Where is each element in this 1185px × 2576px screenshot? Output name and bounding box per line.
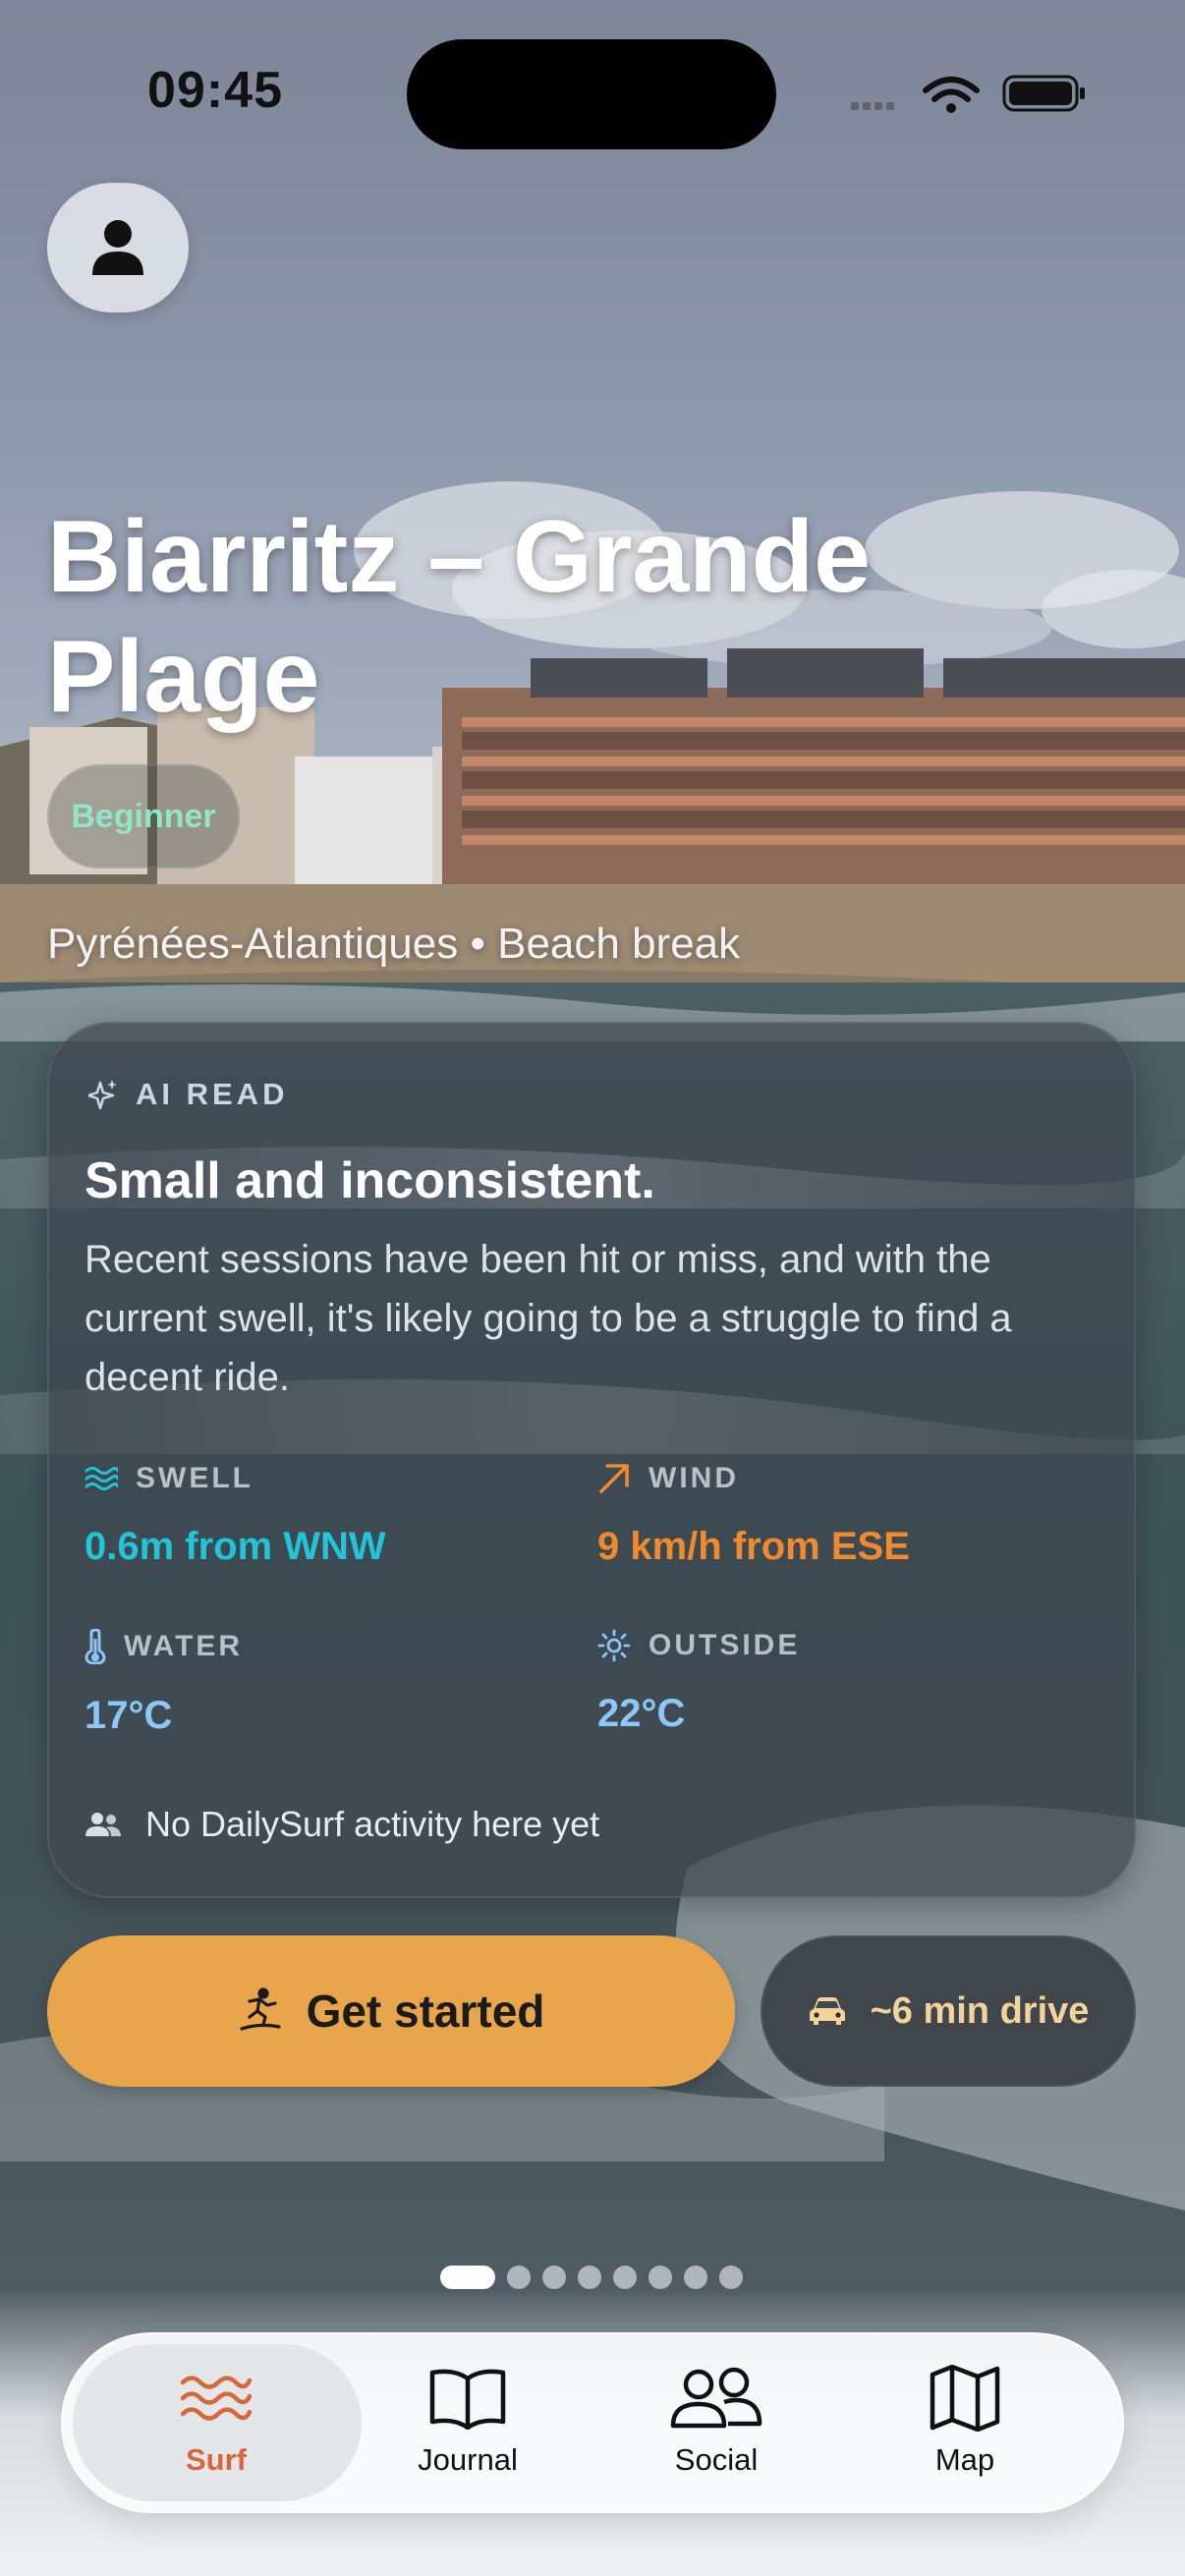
ai-read-label: AI READ [88,1077,288,1112]
page-dot[interactable] [719,2266,743,2289]
tab-surf-label: Surf [186,2442,247,2477]
dynamic-island [407,39,776,149]
ai-headline: Small and inconsistent. [85,1152,655,1209]
spot-title: Biarritz – Grande Plage [47,500,872,734]
page-dot[interactable] [613,2266,637,2289]
activity-row: No DailySurf activity here yet [85,1804,599,1845]
stat-water-value: 17°C [85,1694,173,1737]
status-icons [845,69,1091,118]
page-dot[interactable] [542,2266,566,2289]
tab-map[interactable]: Map [847,2358,1083,2495]
get-started-label: Get started [306,1986,545,2037]
stat-outside: OUTSIDE 22°C [597,1629,800,1736]
page-indicator[interactable] [440,2266,743,2289]
tab-social[interactable]: Social [598,2358,834,2495]
activity-text: No DailySurf activity here yet [145,1804,600,1844]
wifi-icon [923,77,980,102]
page-dot[interactable] [507,2266,531,2289]
cellular-signal-icon [851,102,894,110]
waves-icon [85,1467,118,1490]
sparkle-icon [88,1080,117,1110]
profile-button[interactable] [47,183,189,312]
spot-meta: Pyrénées-Atlantiques • Beach break [47,920,741,968]
waves-icon [180,2376,253,2421]
ai-read-label-text: AI READ [136,1077,289,1111]
tab-journal-label: Journal [418,2442,518,2477]
page-dot[interactable] [684,2266,707,2289]
person-icon [92,220,143,275]
page-dot-active[interactable] [440,2266,495,2289]
drive-time-label: ~6 min drive [870,1989,1090,2032]
page-dot[interactable] [578,2266,601,2289]
stat-outside-value: 22°C [597,1692,686,1735]
stat-swell-value: 0.6m from WNW [85,1525,386,1568]
stat-water: WATER 17°C [85,1629,243,1738]
page-dot[interactable] [649,2266,672,2289]
tab-surf[interactable]: Surf [98,2358,334,2495]
thermometer-icon [85,1629,106,1664]
ai-body: Recent sessions have been hit or miss, a… [85,1238,1012,1399]
people-icon [670,2367,762,2429]
battery-icon [1002,75,1085,112]
book-icon [429,2369,506,2430]
stat-wind-value: 9 km/h from ESE [597,1525,910,1568]
tab-journal[interactable]: Journal [350,2358,586,2495]
level-badge: Beginner [47,764,240,868]
arrow-up-right-icon [599,1464,629,1493]
tab-map-label: Map [934,2442,995,2477]
get-started-button[interactable]: Get started [47,1935,735,2087]
stat-swell: SWELL 0.6m from WNW [85,1462,386,1569]
map-icon [930,2365,1000,2432]
car-icon [809,1997,845,2025]
surfer-icon [239,1988,281,2031]
stat-wind-label: WIND [649,1462,739,1494]
stat-outside-label: OUTSIDE [649,1629,801,1661]
stat-swell-label: SWELL [136,1462,254,1494]
stat-water-label: WATER [124,1630,244,1662]
tab-social-label: Social [674,2442,759,2477]
drive-time-button[interactable]: ~6 min drive [761,1935,1136,2087]
status-time: 09:45 [147,62,283,119]
people-icon [85,1813,121,1836]
stat-wind: WIND 9 km/h from ESE [597,1462,910,1569]
sun-icon [597,1629,631,1662]
